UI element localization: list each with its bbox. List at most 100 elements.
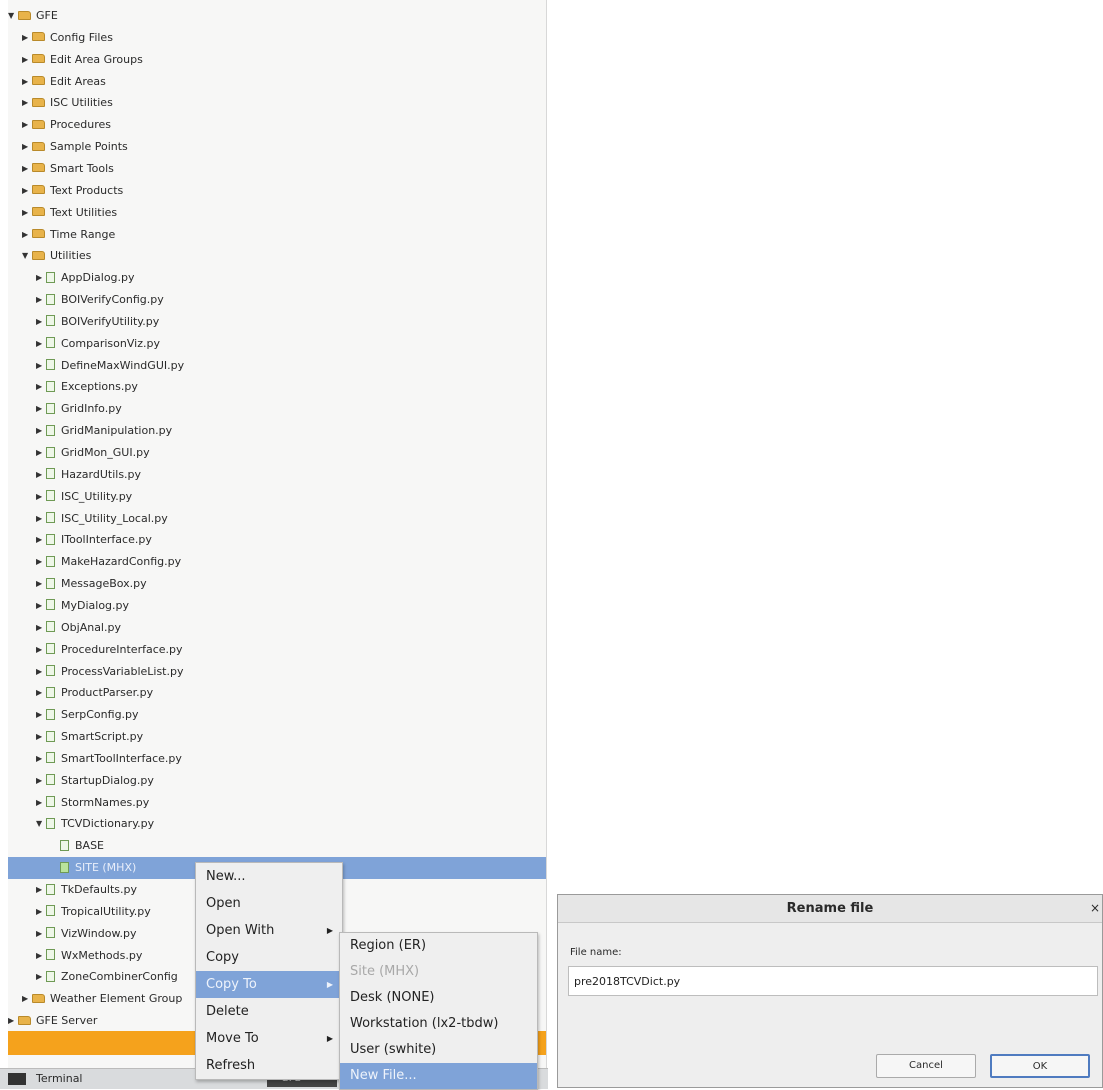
expand-right-icon[interactable]: ▶ <box>36 639 46 661</box>
tree-item[interactable]: ▶ SmartScript.py <box>36 726 143 748</box>
tree-item[interactable]: ▶ GridManipulation.py <box>36 420 172 442</box>
menu-item[interactable]: Region (ER) <box>340 933 537 959</box>
expand-right-icon[interactable]: ▶ <box>22 158 32 180</box>
terminal-icon[interactable] <box>8 1073 26 1085</box>
expand-right-icon[interactable]: ▶ <box>22 92 32 114</box>
tree-item[interactable]: ▶ GridInfo.py <box>36 398 122 420</box>
tree-item[interactable]: ▶ ProcedureInterface.py <box>36 639 183 661</box>
menu-item[interactable]: Open <box>196 890 342 917</box>
expand-right-icon[interactable]: ▶ <box>36 595 46 617</box>
expand-right-icon[interactable]: ▶ <box>36 682 46 704</box>
tree-item[interactable]: ▶ SmartToolInterface.py <box>36 748 182 770</box>
expand-right-icon[interactable]: ▶ <box>36 529 46 551</box>
tree-item[interactable]: ▶ Procedures <box>22 114 111 136</box>
ok-button[interactable]: OK <box>990 1054 1090 1078</box>
expand-right-icon[interactable]: ▶ <box>36 704 46 726</box>
tree-item[interactable]: ▶ BOIVerifyConfig.py <box>36 289 164 311</box>
expand-down-icon[interactable]: ▼ <box>36 813 46 835</box>
tree-item[interactable]: ▶ Config Files <box>22 27 113 49</box>
expand-right-icon[interactable]: ▶ <box>36 486 46 508</box>
expand-right-icon[interactable]: ▶ <box>36 464 46 486</box>
tree-item[interactable]: ▶ VizWindow.py <box>36 923 136 945</box>
menu-item[interactable]: Open With ▶ <box>196 917 342 944</box>
tree-item[interactable]: ▶ HazardUtils.py <box>36 464 141 486</box>
expand-right-icon[interactable]: ▶ <box>36 376 46 398</box>
expand-right-icon[interactable]: ▶ <box>36 420 46 442</box>
expand-right-icon[interactable]: ▶ <box>36 398 46 420</box>
expand-right-icon[interactable]: ▶ <box>22 202 32 224</box>
expand-right-icon[interactable]: ▶ <box>36 289 46 311</box>
tree-item[interactable]: ▶ ISC Utilities <box>22 92 113 114</box>
tree-item[interactable]: ▶ DefineMaxWindGUI.py <box>36 355 184 377</box>
tree-item[interactable]: ▶ Weather Element Group <box>22 988 182 1010</box>
expand-right-icon[interactable]: ▶ <box>22 136 32 158</box>
expand-right-icon[interactable]: ▶ <box>36 573 46 595</box>
expand-right-icon[interactable]: ▶ <box>36 792 46 814</box>
tree-item[interactable]: ▼ GFE <box>8 5 58 27</box>
file-name-input[interactable] <box>568 966 1098 996</box>
tree-item[interactable]: ▶ GridMon_GUI.py <box>36 442 150 464</box>
tree-item[interactable]: ▶ ISC_Utility_Local.py <box>36 508 168 530</box>
tree-item[interactable]: ▼ Utilities <box>22 245 91 267</box>
tree-item[interactable]: ▶ AppDialog.py <box>36 267 135 289</box>
expand-right-icon[interactable]: ▶ <box>36 661 46 683</box>
expand-right-icon[interactable]: ▶ <box>36 901 46 923</box>
expand-right-icon[interactable]: ▶ <box>22 71 32 93</box>
tree-item[interactable]: BASE <box>50 835 104 857</box>
tree-item[interactable]: ▶ BOIVerifyUtility.py <box>36 311 159 333</box>
menu-item[interactable]: Workstation (lx2-tbdw) <box>340 1011 537 1037</box>
tree-item[interactable]: ▶ Edit Area Groups <box>22 49 143 71</box>
tree-item[interactable]: ▶ Text Products <box>22 180 123 202</box>
cancel-button[interactable]: Cancel <box>876 1054 976 1078</box>
tree-item[interactable]: ▶ GFE Server <box>8 1010 97 1032</box>
expand-right-icon[interactable]: ▶ <box>36 267 46 289</box>
expand-right-icon[interactable]: ▶ <box>8 1010 18 1032</box>
tree-item[interactable]: ▶ TkDefaults.py <box>36 879 137 901</box>
menu-item[interactable]: Move To ▶ <box>196 1025 342 1052</box>
taskbar-terminal[interactable]: Terminal <box>36 1072 83 1085</box>
tree-item[interactable]: ▶ Smart Tools <box>22 158 114 180</box>
close-icon[interactable]: × <box>1090 895 1100 922</box>
tree-item[interactable]: ▶ ZoneCombinerConfig <box>36 966 178 988</box>
tree-item[interactable]: ▶ MyDialog.py <box>36 595 129 617</box>
expand-right-icon[interactable]: ▶ <box>36 355 46 377</box>
expand-right-icon[interactable]: ▶ <box>36 748 46 770</box>
expand-right-icon[interactable]: ▶ <box>36 879 46 901</box>
expand-right-icon[interactable]: ▶ <box>36 333 46 355</box>
expand-right-icon[interactable]: ▶ <box>22 114 32 136</box>
expand-right-icon[interactable]: ▶ <box>36 311 46 333</box>
tree-item[interactable]: ▶ IToolInterface.py <box>36 529 152 551</box>
tree-item[interactable]: ▼ TCVDictionary.py <box>36 813 154 835</box>
tree-item[interactable]: ▶ ISC_Utility.py <box>36 486 132 508</box>
tree-item[interactable]: ▶ Exceptions.py <box>36 376 138 398</box>
tree-item[interactable]: ▶ Edit Areas <box>22 71 106 93</box>
tree-item[interactable]: ▶ ComparisonViz.py <box>36 333 160 355</box>
tree-item[interactable]: ▶ Time Range <box>22 224 115 246</box>
expand-right-icon[interactable]: ▶ <box>36 923 46 945</box>
expand-right-icon[interactable]: ▶ <box>36 617 46 639</box>
tree-item[interactable]: ▶ TropicalUtility.py <box>36 901 151 923</box>
tree-item[interactable]: ▶ MessageBox.py <box>36 573 147 595</box>
tree-item[interactable]: ▶ SerpConfig.py <box>36 704 139 726</box>
expand-right-icon[interactable]: ▶ <box>36 551 46 573</box>
tree-item[interactable]: ▶ WxMethods.py <box>36 945 142 967</box>
menu-item[interactable]: Refresh <box>196 1052 342 1079</box>
tree-item[interactable]: ▶ MakeHazardConfig.py <box>36 551 181 573</box>
menu-item[interactable]: Copy To ▶ <box>196 971 342 998</box>
menu-item[interactable]: Delete <box>196 998 342 1025</box>
expand-right-icon[interactable]: ▶ <box>36 770 46 792</box>
expand-right-icon[interactable]: ▶ <box>36 966 46 988</box>
menu-item[interactable]: User (swhite) <box>340 1037 537 1063</box>
expand-right-icon[interactable]: ▶ <box>36 945 46 967</box>
expand-right-icon[interactable]: ▶ <box>22 27 32 49</box>
expand-right-icon[interactable]: ▶ <box>36 726 46 748</box>
tree-item[interactable]: ▶ ProductParser.py <box>36 682 153 704</box>
menu-item[interactable]: New File... <box>340 1063 537 1089</box>
tree-item[interactable]: ▶ ObjAnal.py <box>36 617 121 639</box>
menu-item[interactable]: New... <box>196 863 342 890</box>
tree-item[interactable]: ▶ Sample Points <box>22 136 128 158</box>
tree-item[interactable]: ▶ StartupDialog.py <box>36 770 154 792</box>
expand-right-icon[interactable]: ▶ <box>36 442 46 464</box>
expand-down-icon[interactable]: ▼ <box>8 5 18 27</box>
tree-item[interactable]: ▶ ProcessVariableList.py <box>36 661 183 683</box>
